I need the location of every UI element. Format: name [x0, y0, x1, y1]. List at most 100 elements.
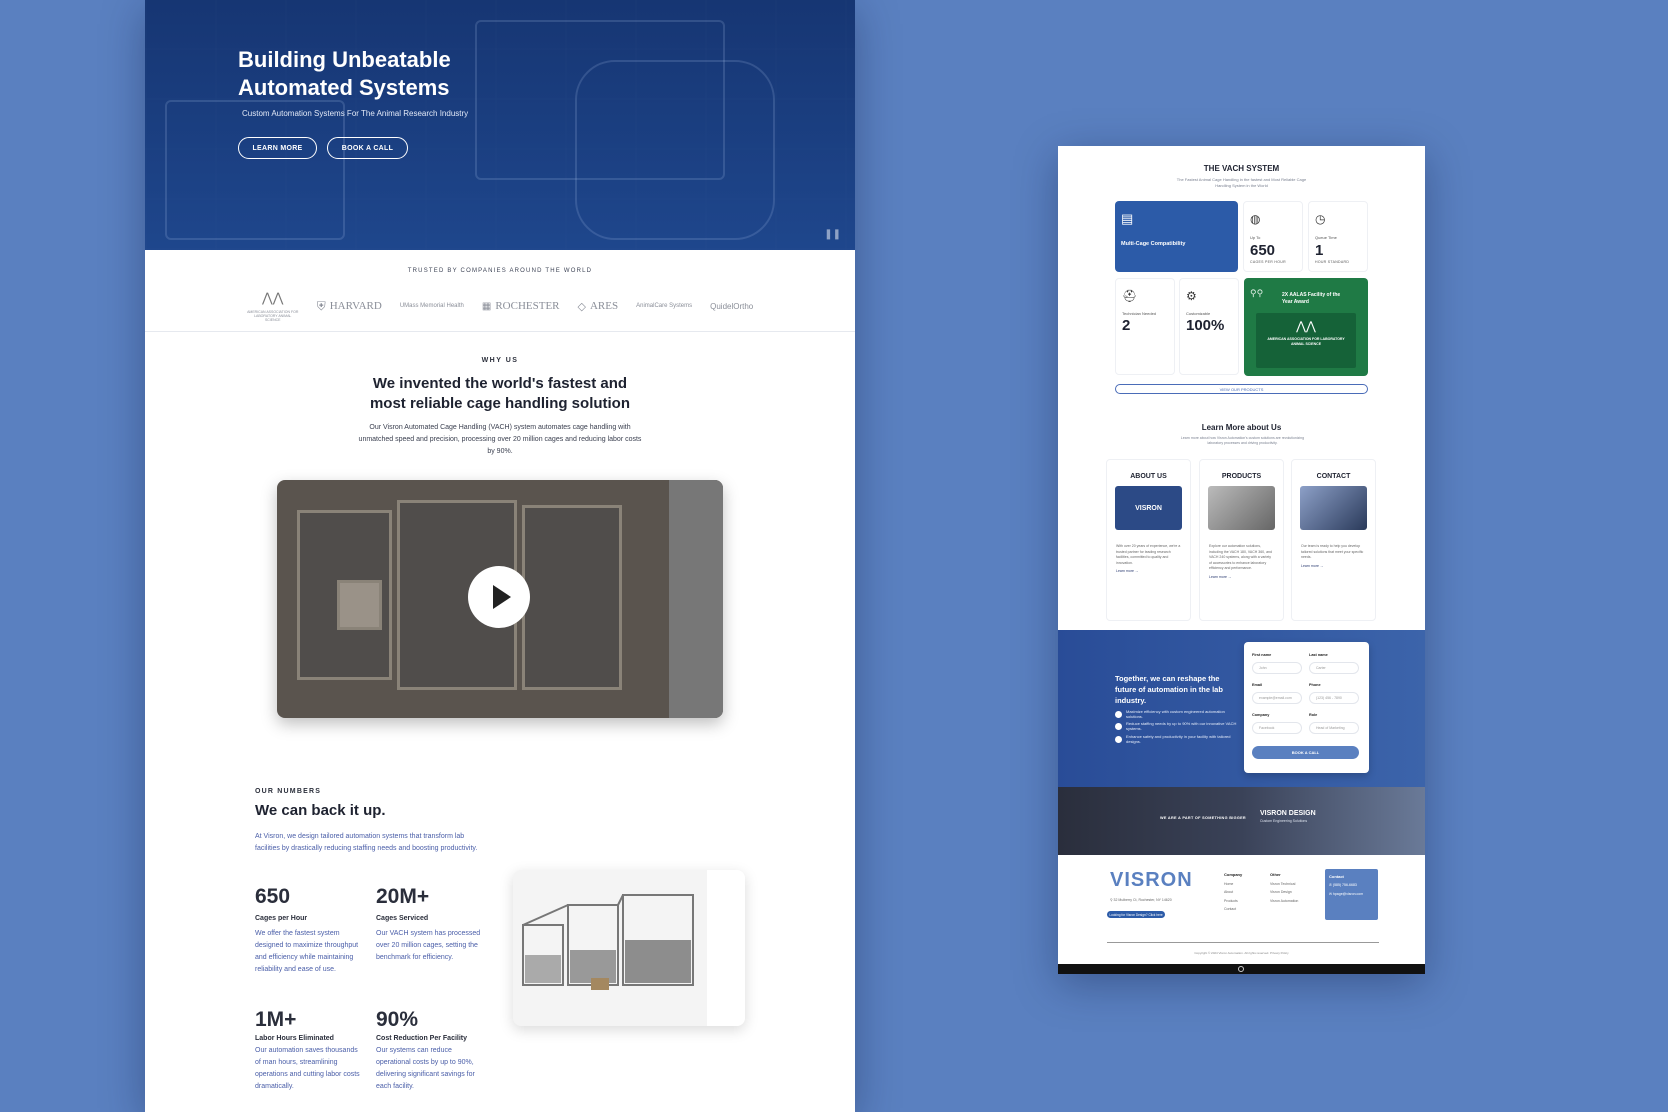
tile-value: 650 — [1250, 242, 1276, 259]
animalcare-logo: AnimalCare Systems — [636, 303, 693, 309]
stat-cost-reduction: 90% Cost Reduction Per Facility Our syst… — [376, 1008, 486, 1093]
role-label: Role — [1309, 713, 1318, 717]
numbers-eyebrow: OUR NUMBERS — [255, 788, 322, 795]
gear-icon: ⚙ — [1186, 289, 1197, 303]
check-icon — [1115, 722, 1122, 730]
footer-link-visron-technical[interactable]: Visron Technical — [1270, 880, 1298, 889]
card-learn-more-link[interactable]: Learn more → — [1292, 564, 1375, 568]
vach-title: THE VACH SYSTEM — [1203, 164, 1280, 173]
video-control-box — [337, 580, 382, 630]
phone-label: Phone — [1309, 683, 1321, 687]
view-products-button[interactable]: VIEW OUR PRODUCTS — [1115, 384, 1368, 394]
email-field[interactable]: example@email.com — [1252, 692, 1302, 704]
footer-company-column: Company Home About Products Contact — [1224, 871, 1242, 914]
cta-bullet: Reduce staffing needs by up to 90% with … — [1115, 721, 1240, 731]
card-text: Explore our automation solutions, includ… — [1209, 544, 1272, 570]
last-name-field[interactable]: Carter — [1309, 662, 1359, 674]
card-heading: ABOUT US — [1130, 473, 1167, 480]
stat-number: 20M+ — [376, 885, 430, 908]
book-a-call-button[interactable]: BOOK A CALL — [327, 137, 408, 159]
book-call-form: First name John Last name Carter Email e… — [1244, 642, 1369, 773]
machine-illustration — [522, 894, 694, 990]
scroll-top-icon[interactable] — [1238, 966, 1244, 972]
pause-icon[interactable]: ❚❚ — [824, 229, 841, 240]
stat-number: 1M+ — [255, 1008, 297, 1031]
footer-logo[interactable]: VISRON — [1110, 869, 1193, 892]
landing-page-mockup-right: THE VACH SYSTEM The Fastest Animal Cage … — [1058, 146, 1425, 974]
card-learn-more-link[interactable]: Learn more → — [1107, 569, 1190, 573]
card-heading: PRODUCTS — [1221, 473, 1262, 480]
stat-number: 650 — [255, 885, 291, 908]
aalas-org-name: AMERICAN ASSOCIATION FOR LABORATORY ANIM… — [1267, 337, 1345, 346]
card-learn-more-link[interactable]: Learn more → — [1200, 575, 1283, 579]
tile-caption: HOUR STANDARD — [1315, 260, 1350, 264]
footer-address: ⚲ 32 Mulberry Ct, Rochester, NY 14620 — [1110, 898, 1172, 902]
tile-multi-cage: ▤ Multi-Cage Compatibility — [1115, 201, 1238, 272]
tile-label: Customizable — [1186, 311, 1211, 316]
tile-label: Queue Time — [1315, 235, 1337, 240]
band-left-text: WE ARE A PART OF SOMETHING BIGGER — [1160, 816, 1246, 820]
stat-title: Cages per Hour — [255, 915, 308, 922]
stat-text: We offer the fastest system designed to … — [255, 930, 359, 973]
tile-label: Technician Needed — [1122, 311, 1157, 316]
why-us-body: Our Visron Automated Cage Handling (VACH… — [358, 424, 642, 455]
stat-title: Cages Serviced — [376, 915, 429, 922]
footer-link-visron-automation[interactable]: Visron Automation — [1270, 897, 1298, 906]
email-label: Email — [1252, 683, 1263, 687]
band-brand[interactable]: VISRON DESIGN — [1260, 810, 1316, 817]
rochester-logo: ▦ ROCHESTER — [481, 300, 560, 312]
card-about-us[interactable]: ABOUT US VISRON With over 20 years of ex… — [1106, 459, 1191, 621]
first-name-field[interactable]: John — [1252, 662, 1302, 674]
numbers-heading: We can back it up. — [255, 802, 386, 819]
footer-link-contact[interactable]: Contact — [1224, 905, 1242, 914]
cage-icon: ▤ — [1121, 211, 1134, 226]
stat-cages-per-hour: 650 Cages per Hour We offer the fastest … — [255, 885, 365, 976]
tile-cages-per-hour: ◍ Up To 650 CAGES PER HOUR — [1243, 201, 1303, 272]
trusted-label: TRUSTED BY COMPANIES AROUND THE WORLD — [407, 268, 593, 274]
role-field[interactable]: Head of Marketing — [1309, 722, 1359, 734]
check-icon — [1115, 735, 1122, 743]
helmet-icon: ⛑ — [1122, 289, 1138, 303]
card-image: VISRON — [1115, 486, 1182, 530]
hero-bg-shape — [165, 100, 345, 240]
video-player[interactable] — [277, 480, 723, 718]
stat-labor-hours: 1M+ Labor Hours Eliminated Our automatio… — [255, 1008, 365, 1093]
tile-label: Multi-Cage Compatibility — [1121, 241, 1186, 247]
vach-subtitle: The Fastest Animal Cage Handling in the … — [1176, 177, 1307, 188]
tile-value: 100% — [1186, 317, 1225, 334]
card-contact[interactable]: CONTACT Our team is ready to help you de… — [1291, 459, 1376, 621]
footer-email[interactable]: ✉ hpage@visron.com — [1329, 890, 1374, 899]
form-book-call-button[interactable]: BOOK A CALL — [1252, 746, 1359, 759]
footer-link-home[interactable]: Home — [1224, 880, 1242, 889]
phone-field[interactable]: (123) 456 - 7890 — [1309, 692, 1359, 704]
hero-section: Building Unbeatable Automated Systems Cu… — [145, 0, 855, 250]
why-us-eyebrow: WHY US — [481, 357, 519, 364]
landing-page-mockup-left: Building Unbeatable Automated Systems Cu… — [145, 0, 855, 1112]
footer-phone[interactable]: ✆ (585) 756-6683 — [1329, 881, 1374, 890]
stat-text: Our VACH system has processed over 20 mi… — [376, 930, 481, 961]
cta-heading: Together, we can reshape the future of a… — [1115, 674, 1223, 705]
footer-bottom-bar — [1058, 964, 1425, 974]
footer-link-products[interactable]: Products — [1224, 897, 1242, 906]
learn-more-button[interactable]: LEARN MORE — [238, 137, 317, 159]
visron-design-link-button[interactable]: Looking for Visron Design? Click here — [1107, 911, 1165, 918]
trusted-by-section: TRUSTED BY COMPANIES AROUND THE WORLD ⋀⋀… — [145, 250, 855, 332]
ares-logo: ◇ ARES — [577, 300, 619, 313]
play-icon — [493, 585, 511, 609]
footer-link-visron-design[interactable]: Visron Design — [1270, 888, 1298, 897]
hero-title: Building Unbeatable Automated Systems — [238, 47, 451, 100]
aalas-mark-icon: ⋀⋀ — [1296, 319, 1316, 333]
learn-more-title: Learn More about Us — [1201, 423, 1282, 432]
tile-technician: ⛑ Technician Needed 2 — [1115, 278, 1175, 375]
tile-value: 1 — [1315, 242, 1324, 259]
first-name-label: First name — [1252, 653, 1272, 657]
play-button[interactable] — [468, 566, 530, 628]
footer-link-about[interactable]: About — [1224, 888, 1242, 897]
card-heading: CONTACT — [1316, 473, 1351, 480]
numbers-desc: At Visron, we design tailored automation… — [255, 833, 478, 852]
tile-customizable: ⚙ Customizable 100% — [1179, 278, 1239, 375]
company-field[interactable]: Facebook — [1252, 722, 1302, 734]
tile-award: ⚲⚲ 2X AALAS Facility of the Year Award ⋀… — [1244, 278, 1368, 376]
hero-bg-shape — [575, 60, 775, 240]
card-products[interactable]: PRODUCTS Explore our automation solution… — [1199, 459, 1284, 621]
